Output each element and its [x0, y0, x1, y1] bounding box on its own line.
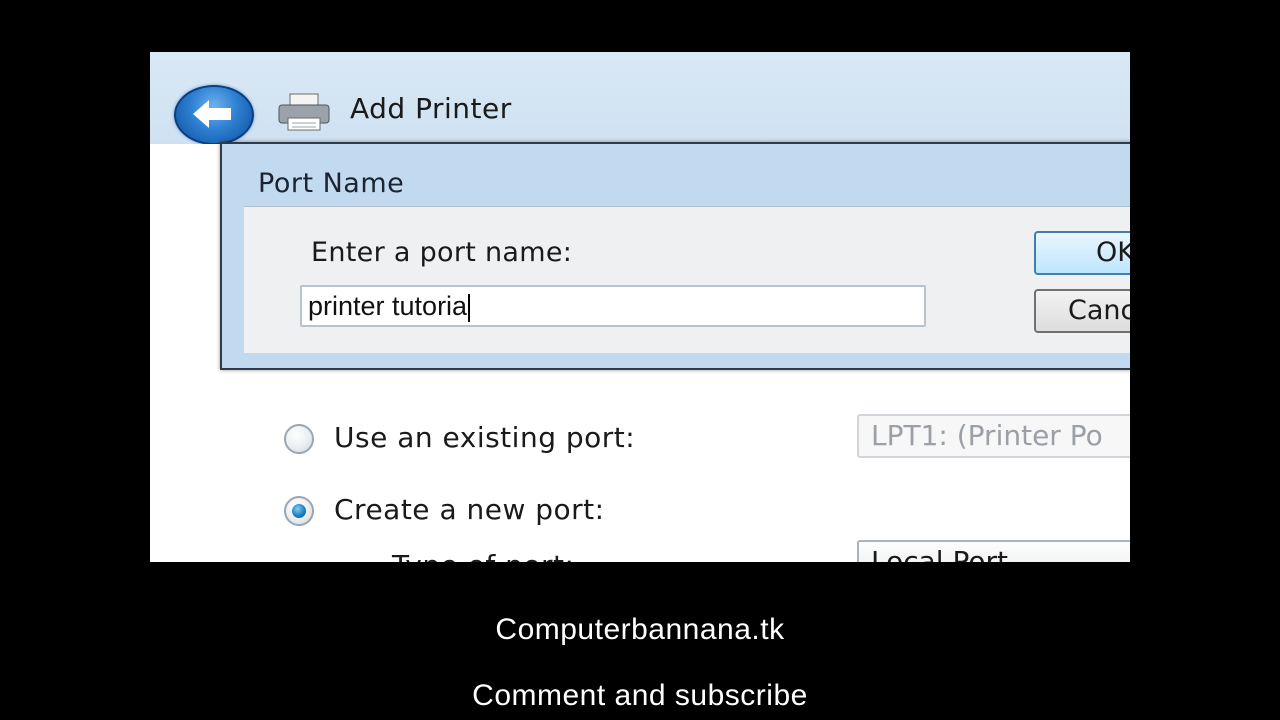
wizard-header: Add Printer: [150, 52, 1130, 145]
footer-site-text: Computerbannana.tk: [495, 613, 785, 646]
dialog-body: Enter a port name: printer tutoria OK Ca…: [244, 206, 1130, 353]
wizard-title: Add Printer: [350, 92, 512, 125]
ok-button[interactable]: OK: [1034, 231, 1130, 275]
port-name-prompt: Enter a port name:: [311, 237, 573, 268]
printer-icon: [278, 93, 330, 131]
port-name-input[interactable]: printer tutoria: [300, 285, 926, 327]
port-name-value: printer tutoria: [308, 291, 468, 321]
dialog-title: Port Name: [258, 168, 405, 199]
port-type-select[interactable]: Local Port: [857, 540, 1130, 562]
existing-port-radio[interactable]: [284, 424, 314, 454]
add-printer-window: Add Printer Use an existing port: LPT1: …: [150, 52, 1130, 562]
new-port-radio[interactable]: [284, 496, 314, 526]
existing-port-label: Use an existing port:: [334, 421, 636, 454]
port-name-dialog: Port Name Enter a port name: printer tut…: [220, 142, 1130, 370]
back-button[interactable]: [174, 85, 254, 145]
port-type-label: Type of port:: [392, 549, 574, 562]
radio-selected-dot: [292, 504, 306, 518]
existing-port-select: LPT1: (Printer Po: [857, 414, 1130, 458]
cancel-button[interactable]: Cancel: [1034, 289, 1130, 333]
back-arrow-icon: [193, 100, 231, 128]
new-port-label: Create a new port:: [334, 493, 605, 526]
text-caret: [468, 293, 471, 322]
footer-cta-text: Comment and subscribe: [472, 679, 808, 712]
